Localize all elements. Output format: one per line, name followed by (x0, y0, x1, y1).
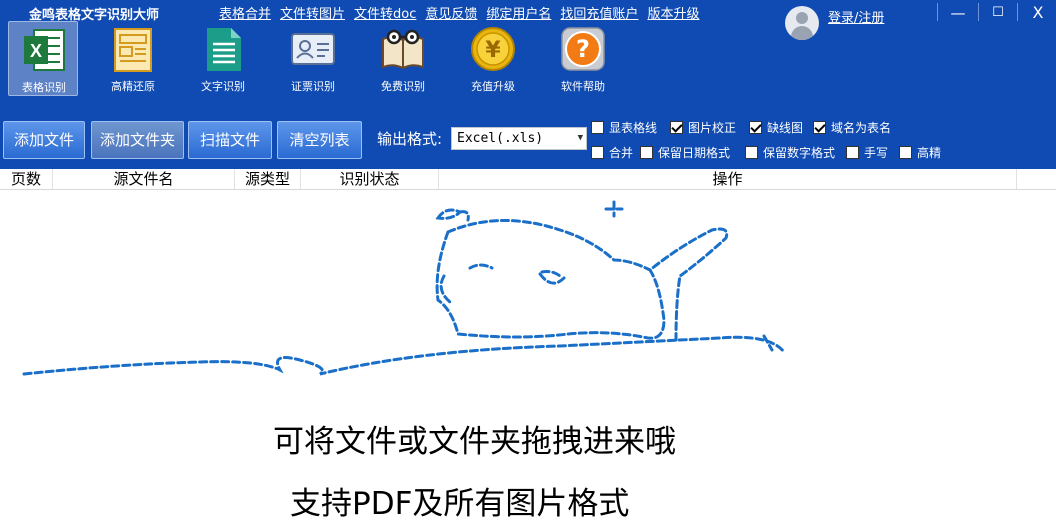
waving-mascot-illustration (22, 200, 786, 376)
file-drop-area[interactable]: 可将文件或文件夹拖拽进来哦 支持PDF及所有图片格式 (0, 190, 1056, 528)
ribbon-high-precision[interactable]: 高精还原 (98, 21, 168, 96)
option-label: 合并 (609, 146, 634, 160)
option-label: 保留数字格式 (763, 146, 836, 160)
option-keep-date-format[interactable]: 保留日期格式 (640, 144, 730, 161)
option-label: 手写 (864, 146, 889, 160)
ribbon-label: 表格识别 (22, 81, 66, 94)
drop-hint-line1: 可将文件或文件夹拖拽进来哦 (273, 424, 676, 460)
checkbox[interactable] (745, 146, 758, 159)
minimize-button[interactable]: — (940, 0, 976, 26)
option-merge[interactable]: 合并 (591, 144, 633, 161)
ribbon-label: 免费识别 (381, 80, 425, 93)
ribbon-label: 高精还原 (111, 80, 155, 93)
drop-hint-line2: 支持PDF及所有图片格式 (290, 486, 630, 522)
output-format-label: 输出格式: (377, 130, 443, 148)
ribbon-help[interactable]: ? 软件帮助 (548, 21, 618, 96)
top-links: 表格合并 文件转图片 文件转doc 意见反馈 绑定用户名 找回充值账户 版本升级 (219, 3, 708, 22)
close-button[interactable]: X (1020, 0, 1056, 26)
column-source-filename[interactable]: 源文件名 (53, 169, 235, 189)
svg-text:¥: ¥ (485, 38, 501, 63)
option-keep-number-format[interactable]: 保留数字格式 (745, 144, 835, 161)
ribbon-recharge-upgrade[interactable]: ¥ 充值升级 (458, 21, 528, 96)
link-file-to-doc[interactable]: 文件转doc (354, 3, 416, 22)
add-file-button[interactable]: 添加文件 (3, 121, 85, 159)
link-recover-account[interactable]: 找回充值账户 (560, 3, 638, 22)
option-label: 域名为表名 (831, 121, 892, 135)
title-bar: 金鸣表格文字识别大师 表格合并 文件转图片 文件转doc 意见反馈 绑定用户名 … (0, 0, 1056, 112)
checkbox[interactable] (846, 146, 859, 159)
link-version-upgrade[interactable]: 版本升级 (647, 3, 699, 22)
link-table-merge[interactable]: 表格合并 (219, 3, 271, 22)
text-document-icon (207, 28, 241, 71)
file-table-header: 页数 源文件名 源类型 识别状态 操作 (0, 169, 1056, 190)
maximize-button[interactable]: ☐ (980, 0, 1016, 26)
user-avatar-icon[interactable] (785, 6, 819, 40)
id-card-icon (291, 33, 335, 65)
book-glasses-icon (382, 29, 424, 70)
ribbon-label: 证票识别 (291, 80, 335, 93)
column-page-count[interactable]: 页数 (0, 169, 53, 189)
checkbox[interactable] (640, 146, 653, 159)
checkbox[interactable] (591, 146, 604, 159)
add-folder-button[interactable]: 添加文件夹 (91, 121, 184, 159)
link-file-to-image[interactable]: 文件转图片 (280, 3, 345, 22)
column-source-type[interactable]: 源类型 (235, 169, 301, 189)
scan-file-button[interactable]: 扫描文件 (188, 121, 272, 159)
toolbar: 添加文件 添加文件夹 扫描文件 清空列表 输出格式: Excel(.xls) ▼… (0, 112, 1056, 169)
document-layout-icon (114, 28, 152, 72)
option-missing-lines[interactable]: 缺线图 (749, 119, 803, 136)
output-format-select[interactable]: Excel(.xls) ▼ (451, 127, 587, 150)
chevron-down-icon: ▼ (577, 133, 583, 143)
link-bind-username[interactable]: 绑定用户名 (486, 3, 551, 22)
option-image-correction[interactable]: 图片校正 (670, 119, 736, 136)
option-label: 保留日期格式 (658, 146, 731, 160)
option-high-precision[interactable]: 高精 (899, 144, 941, 161)
option-show-table-lines[interactable]: 显表格线 (591, 119, 657, 136)
excel-icon: X (24, 29, 65, 71)
checkbox[interactable] (749, 121, 762, 134)
login-register-link[interactable]: 登录/注册 (828, 7, 884, 26)
ribbon-free-recognition[interactable]: 免费识别 (368, 21, 438, 96)
checkbox[interactable] (899, 146, 912, 159)
ribbon-table-recognition[interactable]: X 表格识别 (8, 21, 78, 96)
option-label: 缺线图 (767, 121, 804, 135)
svg-text:?: ? (576, 35, 590, 63)
svg-text:X: X (30, 41, 42, 61)
help-icon: ? (561, 27, 605, 71)
checkbox[interactable] (670, 121, 683, 134)
option-handwriting[interactable]: 手写 (846, 144, 888, 161)
window-separator (937, 3, 938, 21)
option-label: 图片校正 (688, 121, 737, 135)
link-feedback[interactable]: 意见反馈 (425, 3, 477, 22)
ribbon-text-recognition[interactable]: 文字识别 (188, 21, 258, 96)
checkbox[interactable] (591, 121, 604, 134)
window-separator (1017, 3, 1018, 21)
output-format-value: Excel(.xls) (457, 131, 544, 146)
option-label: 显表格线 (609, 121, 658, 135)
option-label: 高精 (917, 146, 942, 160)
ribbon-label: 充值升级 (471, 80, 515, 93)
checkbox[interactable] (813, 121, 826, 134)
column-recognition-status[interactable]: 识别状态 (301, 169, 439, 189)
yen-coin-icon: ¥ (471, 27, 515, 71)
clear-list-button[interactable]: 清空列表 (277, 121, 362, 159)
window-separator (978, 3, 979, 21)
ribbon-label: 软件帮助 (561, 80, 605, 93)
option-domain-as-sheetname[interactable]: 域名为表名 (813, 119, 891, 136)
ribbon-id-recognition[interactable]: 证票识别 (278, 21, 348, 96)
ribbon-label: 文字识别 (201, 80, 245, 93)
column-actions[interactable]: 操作 (439, 169, 1017, 189)
